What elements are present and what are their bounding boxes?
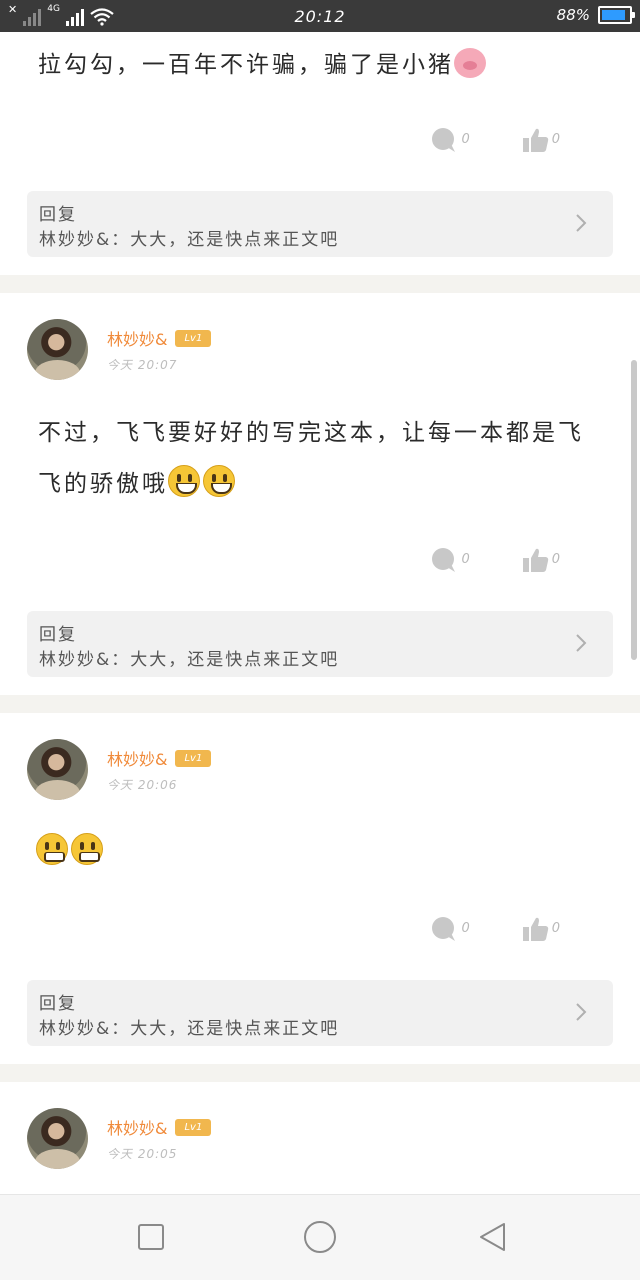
reply-preview[interactable]: 回复 林妙妙&：大大，还是快点来正文吧 bbox=[27, 611, 613, 677]
reply-preview[interactable]: 回复 林妙妙&：大大，还是快点来正文吧 bbox=[27, 980, 613, 1046]
comment-time: 今天 20:06 bbox=[107, 778, 178, 792]
reply-label: 回复 bbox=[39, 994, 77, 1014]
level-badge: Lv1 bbox=[175, 329, 212, 347]
battery-icon bbox=[598, 6, 635, 24]
comment-time: 今天 20:05 bbox=[107, 1147, 178, 1161]
reply-label: 回复 bbox=[39, 205, 77, 225]
like-button[interactable]: 0 bbox=[522, 547, 560, 573]
level-badge: Lv1 bbox=[175, 749, 212, 767]
comment-button[interactable]: 0 bbox=[431, 127, 470, 153]
avatar[interactable] bbox=[27, 739, 88, 800]
avatar[interactable] bbox=[27, 319, 88, 380]
like-button[interactable]: 0 bbox=[522, 127, 560, 153]
author-name[interactable]: 林妙妙& bbox=[107, 1115, 167, 1139]
comment-content bbox=[36, 827, 596, 878]
status-right: 88% bbox=[556, 6, 635, 24]
battery-percent: 88% bbox=[556, 6, 590, 24]
comment-card: 林妙妙& Lv1 今天 20:05 bbox=[0, 1082, 640, 1194]
comment-actions: 0 0 bbox=[431, 127, 560, 153]
comment-content: 拉勾勾，一百年不许骗，骗了是小猪 bbox=[38, 40, 598, 91]
like-count: 0 bbox=[551, 132, 560, 147]
thumbs-up-icon bbox=[522, 548, 548, 572]
pig-emoji bbox=[454, 48, 486, 78]
comment-icon bbox=[432, 548, 456, 572]
like-count: 0 bbox=[551, 552, 560, 567]
comment-count: 0 bbox=[461, 921, 470, 936]
level-badge: Lv1 bbox=[175, 1118, 212, 1136]
status-bar: ✕ 4G 20:12 88% bbox=[0, 0, 640, 32]
chevron-right-icon bbox=[576, 214, 587, 232]
comment-icon bbox=[432, 128, 456, 152]
chevron-right-icon bbox=[576, 634, 587, 652]
comment-button[interactable]: 0 bbox=[431, 916, 470, 942]
reply-text: 林妙妙&：大大，还是快点来正文吧 bbox=[39, 650, 340, 670]
scrollbar[interactable] bbox=[631, 360, 637, 660]
like-count: 0 bbox=[551, 921, 560, 936]
comment-actions: 0 0 bbox=[431, 916, 560, 942]
comment-button[interactable]: 0 bbox=[431, 547, 470, 573]
smile-emoji bbox=[168, 465, 200, 497]
comment-card: 林妙妙& Lv1 今天 20:07 不过，飞飞要好好的写完这本，让每一本都是飞飞… bbox=[0, 293, 640, 695]
thumbs-up-icon bbox=[522, 917, 548, 941]
avatar[interactable] bbox=[27, 1108, 88, 1169]
author-row: 林妙妙& Lv1 今天 20:06 bbox=[27, 739, 212, 800]
author-name[interactable]: 林妙妙& bbox=[107, 326, 167, 350]
reply-label: 回复 bbox=[39, 625, 77, 645]
back-icon[interactable] bbox=[478, 1222, 508, 1252]
chevron-right-icon bbox=[576, 1003, 587, 1021]
comment-time: 今天 20:07 bbox=[107, 358, 178, 372]
comment-feed[interactable]: 拉勾勾，一百年不许骗，骗了是小猪 0 0 回复 林妙妙&：大大，还是快点来正文吧… bbox=[0, 32, 640, 1194]
comment-actions: 0 0 bbox=[431, 547, 560, 573]
smile-emoji bbox=[203, 465, 235, 497]
author-row: 林妙妙& Lv1 今天 20:05 bbox=[27, 1108, 212, 1169]
reply-preview[interactable]: 回复 林妙妙&：大大，还是快点来正文吧 bbox=[27, 191, 613, 257]
reply-text: 林妙妙&：大大，还是快点来正文吧 bbox=[39, 1019, 340, 1039]
comment-card: 林妙妙& Lv1 今天 20:06 0 0 回复 林妙妙&：大大，还是快点来正文… bbox=[0, 713, 640, 1064]
comment-count: 0 bbox=[461, 132, 470, 147]
comment-icon bbox=[432, 917, 456, 941]
like-button[interactable]: 0 bbox=[522, 916, 560, 942]
home-icon[interactable] bbox=[303, 1220, 337, 1254]
comment-content: 不过，飞飞要好好的写完这本，让每一本都是飞飞的骄傲哦 bbox=[38, 420, 584, 497]
comment-count: 0 bbox=[461, 552, 470, 567]
recent-apps-icon[interactable] bbox=[137, 1223, 165, 1251]
thumbs-up-icon bbox=[522, 128, 548, 152]
comment-card: 拉勾勾，一百年不许骗，骗了是小猪 0 0 回复 林妙妙&：大大，还是快点来正文吧 bbox=[0, 32, 640, 275]
reply-text: 林妙妙&：大大，还是快点来正文吧 bbox=[39, 230, 340, 250]
navigation-bar bbox=[0, 1194, 640, 1280]
grin-emoji bbox=[71, 833, 103, 865]
grin-emoji bbox=[36, 833, 68, 865]
author-row: 林妙妙& Lv1 今天 20:07 bbox=[27, 319, 212, 380]
clock: 20:12 bbox=[294, 7, 346, 26]
author-name[interactable]: 林妙妙& bbox=[107, 746, 167, 770]
